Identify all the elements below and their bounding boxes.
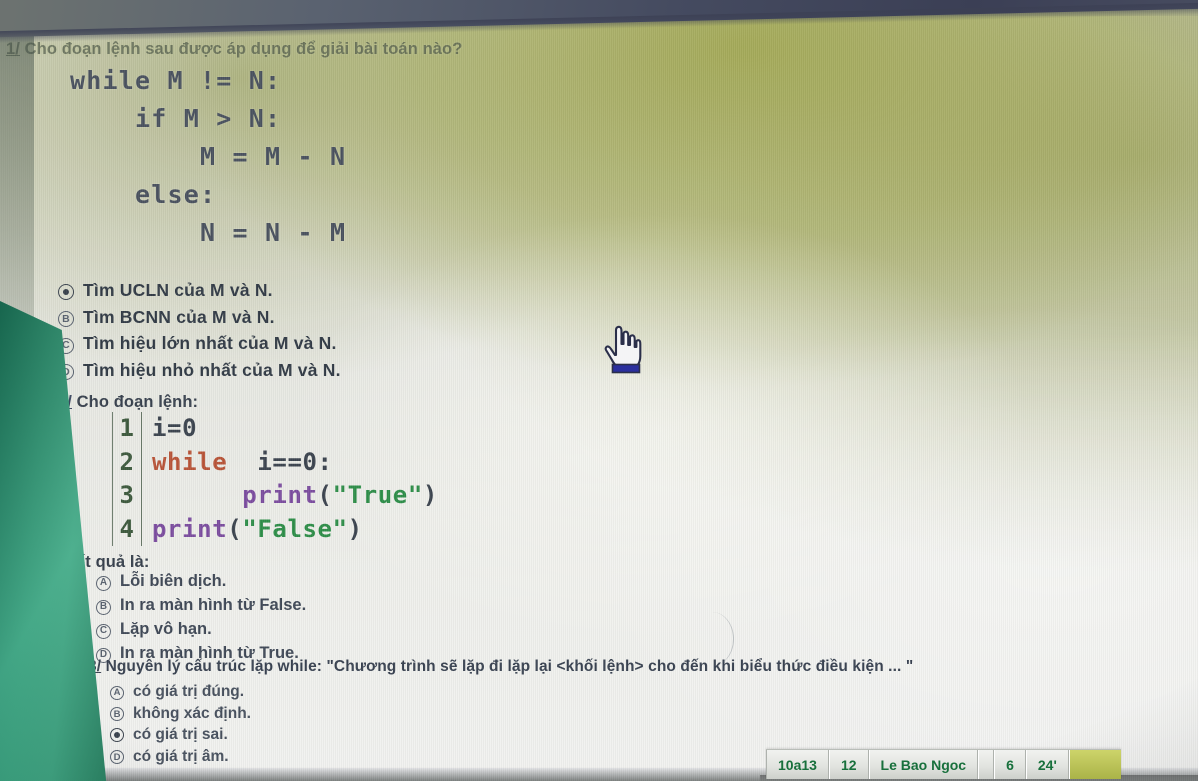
code-line-text: print("True")	[152, 479, 438, 513]
option-label: Tìm hiệu nhỏ nhất của M và N.	[83, 360, 341, 380]
option-label: Lặp vô hạn.	[120, 620, 212, 638]
radio-icon[interactable]: B	[110, 707, 124, 722]
question-3-option-c[interactable]: có giá trị sai.	[110, 726, 251, 744]
code-row: 1 i=0	[112, 412, 438, 446]
option-label: In ra màn hình từ False.	[120, 596, 307, 614]
status-separator	[978, 750, 995, 779]
code-line-number: 3	[112, 479, 142, 513]
status-class: 10a13	[766, 750, 829, 779]
radio-icon[interactable]: C	[96, 623, 111, 639]
radio-icon[interactable]	[58, 283, 74, 300]
status-score: 6	[994, 750, 1026, 779]
status-user-name: Le Bao Ngoc	[868, 750, 979, 779]
code-line-text: print("False")	[152, 513, 363, 547]
status-count: 12	[828, 750, 869, 779]
slide-content: 1/ Cho đoạn lệnh sau được áp dụng để giả…	[0, 0, 1198, 781]
option-label: có giá trị âm.	[133, 747, 229, 765]
question-3-option-d[interactable]: D có giá trị âm.	[110, 748, 251, 766]
question-2-heading: 2/ Cho đoạn lệnh:	[58, 393, 198, 412]
code-line: while M != N:	[70, 66, 282, 95]
code-line-text: while i==0:	[152, 446, 333, 480]
question-1-options: Tìm UCLN của M và N. B Tìm BCNN của M và…	[58, 280, 341, 387]
radio-icon[interactable]: A	[96, 575, 111, 591]
option-label: Tìm hiệu lớn nhất của M và N.	[83, 333, 337, 354]
question-3-option-b[interactable]: B không xác định.	[110, 705, 251, 723]
question-1-option-d[interactable]: D Tìm hiệu nhỏ nhất của M và N.	[58, 360, 341, 381]
question-2-heading-text: Cho đoạn lệnh:	[76, 393, 199, 411]
code-token-fn: print	[152, 514, 228, 543]
status-bar: 10a13 12 Le Bao Ngoc 6 24'	[766, 749, 1121, 779]
question-2-option-b[interactable]: B In ra màn hình từ False.	[96, 596, 306, 616]
status-progress-chip	[1068, 750, 1121, 779]
code-line-number: 4	[112, 512, 142, 546]
question-2-option-c[interactable]: C Lặp vô hạn.	[96, 620, 306, 640]
question-1-code-block: while M != N: if M > N: M = M - N else: …	[70, 62, 346, 252]
radio-icon[interactable]	[110, 727, 124, 742]
question-1-option-b[interactable]: B Tìm BCNN của M và N.	[58, 307, 341, 328]
code-line: else:	[70, 180, 217, 209]
radio-icon[interactable]: A	[110, 685, 124, 700]
code-line: if M > N:	[70, 104, 282, 133]
code-token-punc: )	[422, 481, 438, 509]
code-line-number: 2	[112, 445, 142, 479]
pointing-hand-cursor	[600, 324, 644, 381]
photo-of-projected-quiz-slide: 1/ Cho đoạn lệnh sau được áp dụng để giả…	[0, 0, 1198, 781]
code-row: 4 print("False")	[112, 512, 438, 547]
option-label: không xác định.	[133, 704, 251, 722]
question-2-options: A Lỗi biên dịch. B In ra màn hình từ Fal…	[96, 572, 306, 668]
question-3-option-a[interactable]: A có giá trị đúng.	[110, 683, 251, 701]
option-label: có giá trị đúng.	[133, 683, 245, 700]
code-token-fn: print	[242, 481, 318, 509]
question-3-heading-text: Nguyên lý cấu trúc lặp while: "Chương tr…	[105, 658, 914, 675]
left-edge-shadow	[0, 18, 34, 348]
question-1-option-a[interactable]: Tìm UCLN của M và N.	[58, 280, 341, 301]
radio-icon[interactable]: D	[110, 750, 124, 765]
question-1-heading: 1/ Cho đoạn lệnh sau được áp dụng để giả…	[6, 40, 462, 59]
option-label: Lỗi biên dịch.	[120, 572, 227, 590]
question-3-heading: 3/ Nguyên lý cấu trúc lặp while: "Chương…	[88, 658, 913, 676]
code-token-punc: (	[227, 514, 243, 543]
radio-icon[interactable]: B	[96, 599, 111, 615]
option-label: Tìm UCLN của M và N.	[83, 280, 273, 300]
question-2-option-a[interactable]: A Lỗi biên dịch.	[96, 572, 306, 592]
code-token-punc: )	[347, 514, 363, 543]
question-1-heading-text: Cho đoạn lệnh sau được áp dụng để giải b…	[24, 40, 463, 58]
radio-icon[interactable]: B	[58, 310, 74, 327]
code-line-number: 1	[112, 412, 142, 446]
option-label: có giá trị sai.	[133, 726, 228, 743]
code-token-str: "True"	[332, 481, 423, 509]
code-line-text: i=0	[152, 412, 197, 446]
code-line: M = M - N	[70, 142, 347, 171]
code-token-punc: (	[317, 481, 333, 509]
question-1-option-c[interactable]: C Tìm hiệu lớn nhất của M và N.	[58, 333, 341, 354]
option-label: Tìm BCNN của M và N.	[83, 306, 275, 327]
code-token-plain: i==0:	[227, 447, 333, 476]
code-token-kw: while	[152, 447, 228, 476]
question-3-options: A có giá trị đúng. B không xác định. có …	[110, 683, 251, 769]
question-2-code-block: 1 i=0 2 while i==0: 3 print("True") 4 print("F…	[112, 412, 438, 546]
code-token-str: "False"	[242, 514, 348, 543]
code-row: 2 while i==0:	[112, 445, 438, 480]
status-time: 24'	[1025, 750, 1069, 779]
code-row: 3 print("True")	[112, 479, 438, 513]
code-token-plain: i=0	[152, 414, 198, 442]
code-line: N = N - M	[70, 218, 347, 247]
